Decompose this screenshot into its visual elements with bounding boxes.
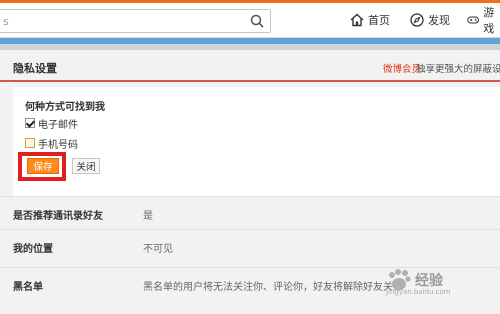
phone-checkbox[interactable] bbox=[25, 138, 35, 148]
search-box[interactable] bbox=[0, 9, 271, 33]
find-me-title: 何种方式可找到我 bbox=[25, 102, 105, 113]
email-option[interactable]: 电子邮件 bbox=[25, 115, 78, 131]
setting-row-value: 不可见 bbox=[143, 244, 173, 255]
top-header: 首页 发现 游戏 bbox=[0, 3, 500, 38]
setting-row-value: 黑名单的用户将无法关注你、评论你，好友将解除好友关系 bbox=[143, 282, 403, 293]
gamepad-icon bbox=[467, 16, 479, 24]
setting-row-label: 我的位置 bbox=[13, 244, 53, 255]
compass-icon bbox=[410, 13, 424, 27]
nav-discover[interactable]: 发现 bbox=[410, 11, 450, 29]
nav-home-label: 首页 bbox=[368, 14, 390, 27]
close-button[interactable]: 关闭 bbox=[72, 158, 100, 174]
email-checkbox[interactable] bbox=[25, 118, 35, 128]
nav-discover-label: 发现 bbox=[428, 14, 450, 27]
setting-row-label: 是否推荐通讯录好友 bbox=[13, 211, 103, 222]
search-input[interactable] bbox=[3, 13, 238, 29]
page-title: 隐私设置 bbox=[13, 62, 57, 75]
phone-option-label: 手机号码 bbox=[38, 139, 78, 151]
watermark-text: 经验 bbox=[415, 273, 443, 289]
header-banner-band bbox=[0, 38, 500, 44]
setting-row-value: 是 bbox=[143, 211, 153, 222]
title-divider bbox=[0, 80, 500, 82]
save-button[interactable]: 保存 bbox=[27, 158, 59, 174]
setting-row-location[interactable]: 我的位置 不可见 bbox=[0, 229, 500, 262]
home-icon bbox=[350, 13, 364, 27]
vip-description: 独享更强大的屏蔽设置 bbox=[416, 64, 500, 75]
nav-home[interactable]: 首页 bbox=[350, 11, 390, 29]
email-option-label: 电子邮件 bbox=[38, 119, 78, 131]
setting-row-recommend-contacts[interactable]: 是否推荐通讯录好友 是 bbox=[0, 196, 500, 229]
nav-game-label: 游戏 bbox=[483, 6, 495, 35]
nav-game[interactable]: 游戏 bbox=[467, 6, 500, 35]
search-icon[interactable] bbox=[250, 14, 264, 28]
phone-option[interactable]: 手机号码 bbox=[25, 135, 78, 151]
watermark-url: jingyan.baidu.com bbox=[386, 288, 451, 296]
setting-row-label: 黑名单 bbox=[13, 282, 43, 293]
